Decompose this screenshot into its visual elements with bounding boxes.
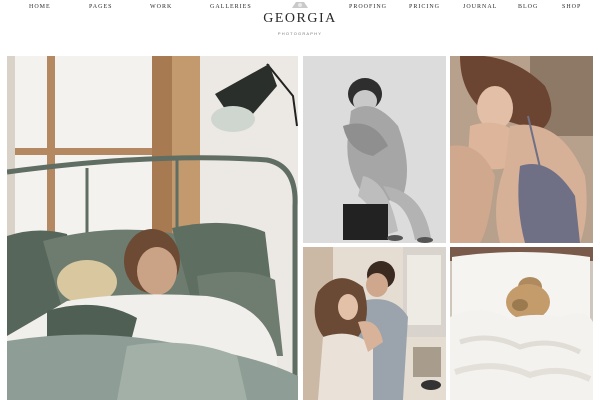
gallery-photo-woman-sitting-stool[interactable] [303, 56, 446, 243]
nav-work[interactable]: WORK [150, 4, 172, 10]
woman-under-blanket-image [450, 247, 593, 400]
couple-embracing-kitchen-image [303, 247, 446, 400]
gallery-photo-woman-under-blanket[interactable] [450, 247, 593, 400]
nav-proofing[interactable]: PROOFING [349, 4, 387, 10]
nav-home[interactable]: HOME [29, 4, 51, 10]
logo-title[interactable]: GEORGIA [250, 11, 350, 27]
gallery-photo-woman-swimsuit-portrait[interactable] [450, 56, 593, 243]
camera-logo-icon [292, 2, 308, 8]
nav-shop[interactable]: SHOP [562, 4, 581, 10]
gallery-photo-couple-in-bed[interactable] [7, 56, 298, 400]
couple-in-bed-image [7, 56, 298, 400]
woman-sitting-stool-image [303, 56, 446, 243]
nav-blog[interactable]: BLOG [518, 4, 538, 10]
logo-subtitle: PHOTOGRAPHY [277, 31, 323, 36]
nav-pages[interactable]: PAGES [89, 4, 112, 10]
nav-journal[interactable]: JOURNAL [463, 4, 497, 10]
gallery-photo-couple-embracing-kitchen[interactable] [303, 247, 446, 400]
nav-galleries[interactable]: GALLERIES [210, 4, 252, 10]
woman-swimsuit-portrait-image [450, 56, 593, 243]
nav-pricing[interactable]: PRICING [409, 4, 440, 10]
